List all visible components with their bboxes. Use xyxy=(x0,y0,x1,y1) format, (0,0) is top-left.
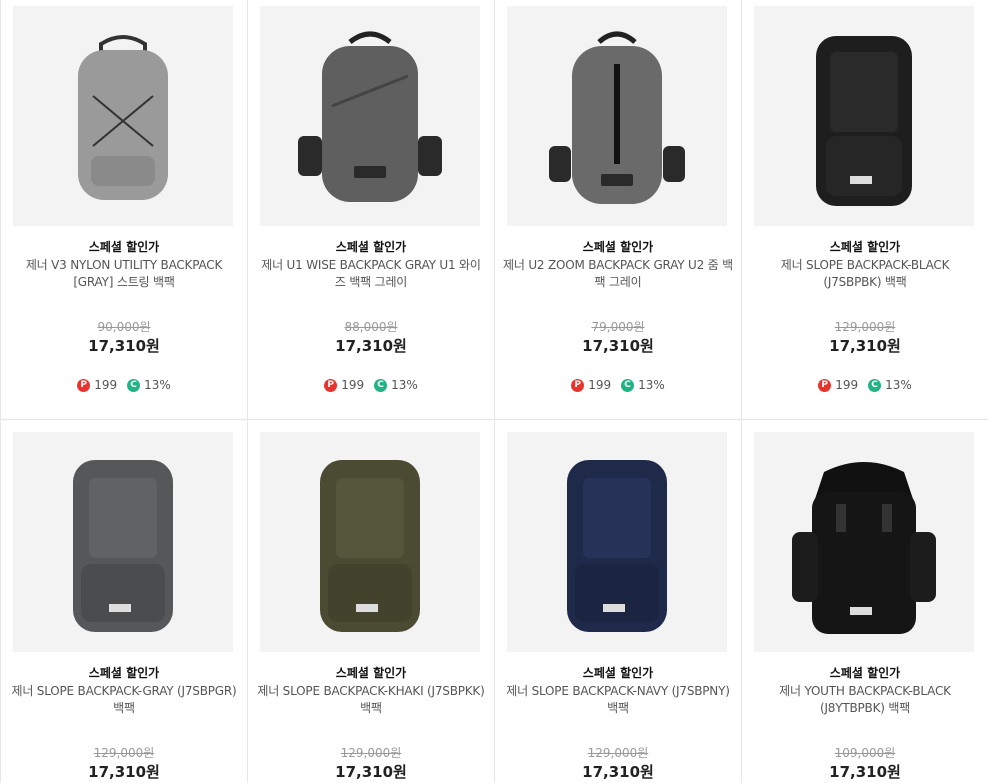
original-price: 88,000원 xyxy=(344,320,398,334)
original-price: 79,000원 xyxy=(591,320,645,334)
product-card[interactable]: 스페셜 할인가 제너 SLOPE BACKPACK-BLACK (J7SBPBK… xyxy=(742,0,988,420)
sale-price: 17,310원 xyxy=(829,763,901,781)
product-image[interactable] xyxy=(754,6,974,226)
original-price: 90,000원 xyxy=(97,320,151,334)
points-value: 199 xyxy=(835,378,859,392)
product-card[interactable]: 스페셜 할인가 제너 SLOPE BACKPACK-KHAKI (J7SBPKK… xyxy=(248,420,495,783)
product-image[interactable] xyxy=(507,432,727,652)
sale-price: 17,310원 xyxy=(88,763,160,781)
product-image[interactable] xyxy=(754,432,974,652)
discount-badge: 스페셜 할인가 xyxy=(335,240,407,254)
sale-price: 17,310원 xyxy=(582,763,654,781)
coupon-value: 13% xyxy=(638,378,665,392)
product-image[interactable] xyxy=(507,6,727,226)
sale-price: 17,310원 xyxy=(335,763,407,781)
backpack-icon xyxy=(816,36,912,206)
product-name[interactable]: 제너 V3 NYLON UTILITY BACKPACK [GRAY] 스트링 … xyxy=(9,257,239,291)
coupon-value: 13% xyxy=(391,378,418,392)
original-price: 109,000원 xyxy=(834,746,896,760)
sale-price: 17,310원 xyxy=(829,337,901,355)
product-name[interactable]: 제너 SLOPE BACKPACK-KHAKI (J7SBPKK) 백팩 xyxy=(256,683,486,717)
points-value: 199 xyxy=(588,378,612,392)
original-price: 129,000원 xyxy=(834,320,896,334)
product-grid: 스페셜 할인가 제너 V3 NYLON UTILITY BACKPACK [GR… xyxy=(0,0,988,783)
discount-badge: 스페셜 할인가 xyxy=(829,240,901,254)
product-name[interactable]: 제너 U1 WISE BACKPACK GRAY U1 와이즈 백팩 그레이 xyxy=(256,257,486,291)
rewards-row: P 199 C 13% xyxy=(1,378,247,392)
discount-badge: 스페셜 할인가 xyxy=(829,666,901,680)
points-icon: P xyxy=(571,378,585,392)
points-icon: P xyxy=(324,378,338,392)
backpack-icon xyxy=(298,31,442,202)
rewards-row: P 199 C 13% xyxy=(248,378,494,392)
discount-badge: 스페셜 할인가 xyxy=(582,240,654,254)
product-card[interactable]: 스페셜 할인가 제너 YOUTH BACKPACK-BLACK (J8YTBPB… xyxy=(742,420,988,783)
coupon-icon: C xyxy=(127,378,141,392)
points-icon: P xyxy=(818,378,832,392)
coupon-icon: C xyxy=(374,378,388,392)
product-card[interactable]: 스페셜 할인가 제너 SLOPE BACKPACK-GRAY (J7SBPGR)… xyxy=(1,420,248,783)
product-card[interactable]: 스페셜 할인가 제너 U1 WISE BACKPACK GRAY U1 와이즈 … xyxy=(248,0,495,420)
backpack-icon xyxy=(567,460,667,632)
original-price: 129,000원 xyxy=(93,746,155,760)
backpack-icon xyxy=(320,460,420,632)
backpack-icon xyxy=(549,31,685,204)
rewards-row: P 199 C 13% xyxy=(495,378,741,392)
rewards-row: P 199 C 13% xyxy=(742,378,988,392)
product-name[interactable]: 제너 U2 ZOOM BACKPACK GRAY U2 줌 백팩 그레이 xyxy=(503,257,733,291)
product-name[interactable]: 제너 SLOPE BACKPACK-BLACK (J7SBPBK) 백팩 xyxy=(750,257,980,291)
product-image[interactable] xyxy=(13,432,233,652)
sale-price: 17,310원 xyxy=(582,337,654,355)
discount-badge: 스페셜 할인가 xyxy=(335,666,407,680)
product-card[interactable]: 스페셜 할인가 제너 V3 NYLON UTILITY BACKPACK [GR… xyxy=(1,0,248,420)
coupon-value: 13% xyxy=(885,378,912,392)
discount-badge: 스페셜 할인가 xyxy=(582,666,654,680)
original-price: 129,000원 xyxy=(340,746,402,760)
product-card[interactable]: 스페셜 할인가 제너 SLOPE BACKPACK-NAVY (J7SBPNY)… xyxy=(495,420,742,783)
product-name[interactable]: 제너 SLOPE BACKPACK-GRAY (J7SBPGR) 백팩 xyxy=(9,683,239,717)
product-name[interactable]: 제너 YOUTH BACKPACK-BLACK (J8YTBPBK) 백팩 xyxy=(750,683,980,717)
backpack-icon xyxy=(78,35,168,200)
coupon-icon: C xyxy=(868,378,882,392)
discount-badge: 스페셜 할인가 xyxy=(88,666,160,680)
product-image[interactable] xyxy=(13,6,233,226)
product-card[interactable]: 스페셜 할인가 제너 U2 ZOOM BACKPACK GRAY U2 줌 백팩… xyxy=(495,0,742,420)
backpack-icon xyxy=(792,462,936,634)
discount-badge: 스페셜 할인가 xyxy=(88,240,160,254)
coupon-icon: C xyxy=(621,378,635,392)
product-image[interactable] xyxy=(260,6,480,226)
points-value: 199 xyxy=(94,378,118,392)
sale-price: 17,310원 xyxy=(335,337,407,355)
points-icon: P xyxy=(77,378,91,392)
product-name[interactable]: 제너 SLOPE BACKPACK-NAVY (J7SBPNY) 백팩 xyxy=(503,683,733,717)
product-image[interactable] xyxy=(260,432,480,652)
original-price: 129,000원 xyxy=(587,746,649,760)
coupon-value: 13% xyxy=(144,378,171,392)
points-value: 199 xyxy=(341,378,365,392)
backpack-icon xyxy=(73,460,173,632)
sale-price: 17,310원 xyxy=(88,337,160,355)
